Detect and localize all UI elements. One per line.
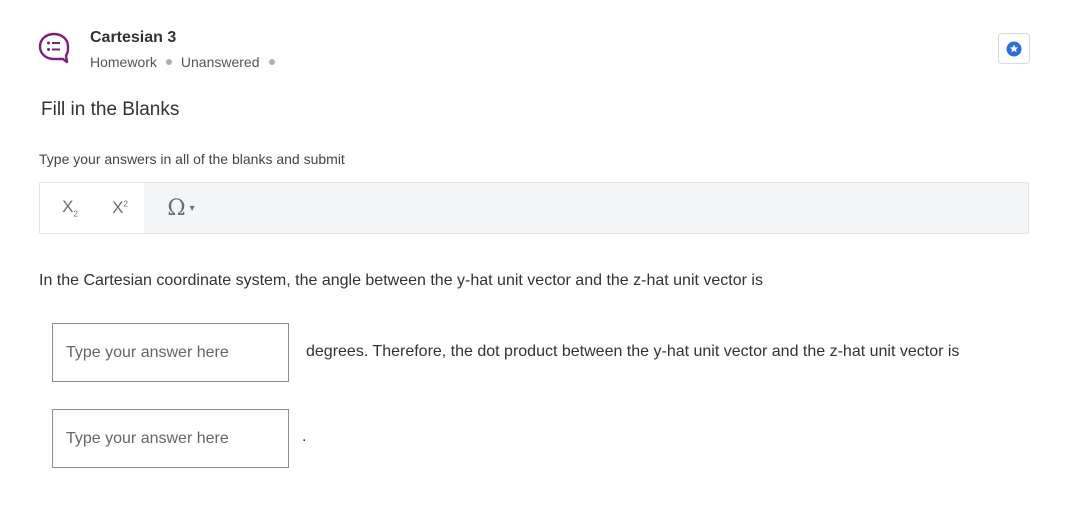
- star-icon: [1006, 41, 1022, 56]
- question-title: Cartesian 3: [90, 29, 177, 46]
- subscript-icon: X2: [62, 197, 78, 219]
- blank-1-trailing-text: degrees. Therefore, the dot product betw…: [306, 343, 960, 360]
- question-page: Cartesian 3 Homework Unanswered Fill in …: [0, 0, 1081, 510]
- superscript-button[interactable]: X2: [102, 183, 138, 233]
- question-prompt: In the Cartesian coordinate system, the …: [39, 272, 763, 289]
- formatting-toolbar: X2 X2 Ω ▾: [39, 182, 1029, 234]
- separator-dot: [165, 59, 172, 65]
- subscript-button[interactable]: X2: [52, 183, 88, 233]
- question-meta: Homework Unanswered: [90, 54, 284, 70]
- answer-blank-2[interactable]: [52, 409, 289, 468]
- omega-icon: Ω: [167, 195, 186, 221]
- question-heading: Fill in the Blanks: [41, 99, 180, 120]
- separator-dot: [268, 59, 275, 65]
- superscript-icon: X2: [112, 198, 128, 217]
- answer-blank-1[interactable]: [52, 323, 289, 382]
- special-characters-button[interactable]: Ω ▾: [156, 183, 206, 233]
- instruction-text: Type your answers in all of the blanks a…: [39, 151, 345, 167]
- blank-2-trailing-text: .: [302, 428, 307, 445]
- category-label: Homework: [90, 54, 157, 70]
- question-bubble-icon: [37, 32, 71, 64]
- chevron-down-icon: ▾: [189, 202, 195, 214]
- favorite-button[interactable]: [998, 33, 1030, 64]
- status-label: Unanswered: [180, 54, 260, 70]
